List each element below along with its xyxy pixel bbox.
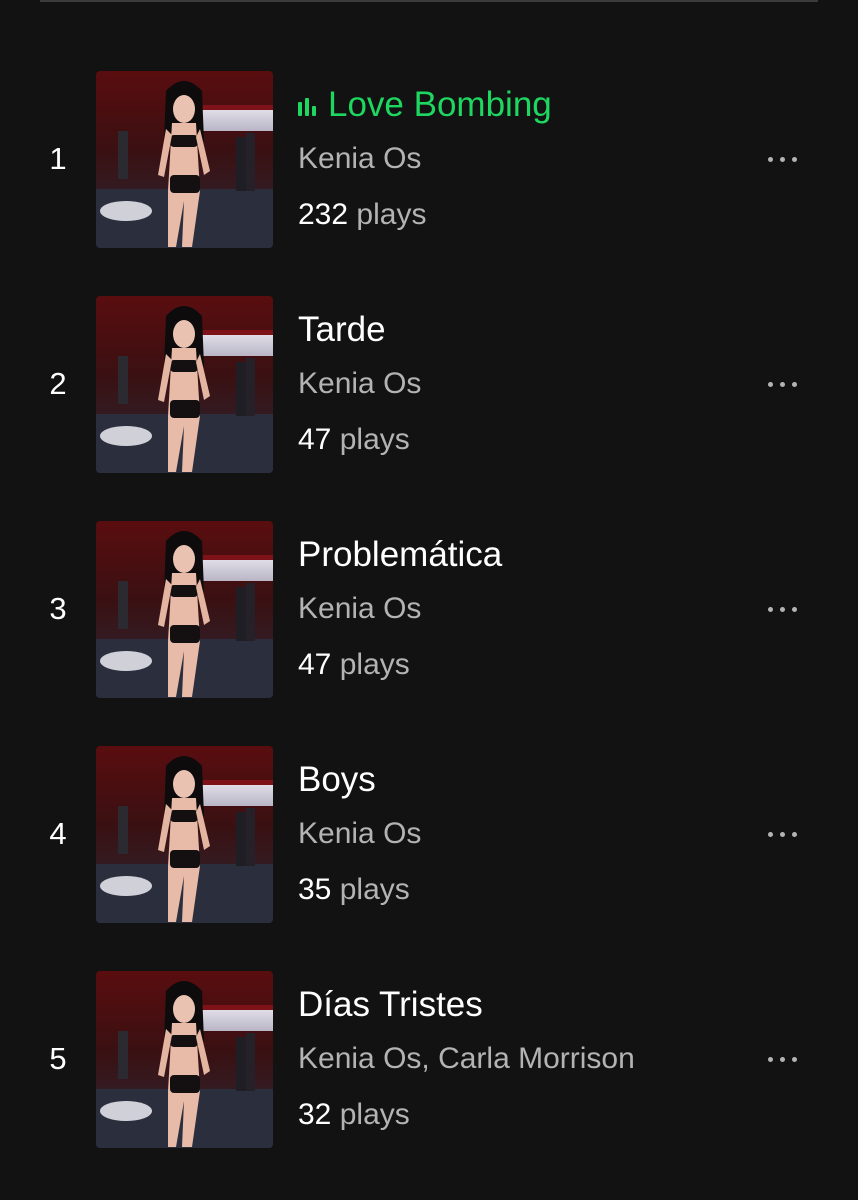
plays-label: plays xyxy=(339,1098,410,1131)
popular-tracks-list: 1 Love Bombing Kenia Os 232 plays 2 Tard… xyxy=(0,71,858,1196)
track-title-line: Love Bombing xyxy=(298,83,728,127)
track-plays: 32 plays xyxy=(298,1095,728,1135)
album-cover xyxy=(96,746,273,923)
track-title-line: Problemática xyxy=(298,533,728,577)
more-options-icon[interactable] xyxy=(752,1039,812,1079)
plays-count: 47 xyxy=(298,423,332,456)
track-index: 1 xyxy=(49,141,67,176)
track-plays: 47 plays xyxy=(298,645,728,685)
more-options-icon[interactable] xyxy=(752,139,812,179)
track-title-line: Días Tristes xyxy=(298,983,728,1027)
track-title: Problemática xyxy=(298,535,503,574)
track-artist: Kenia Os xyxy=(298,592,422,625)
album-cover-art xyxy=(96,746,273,923)
track-info: Días Tristes Kenia Os, Carla Morrison 32… xyxy=(298,983,728,1135)
track-artist: Kenia Os xyxy=(298,367,422,400)
more-options-icon[interactable] xyxy=(752,814,812,854)
track-title: Love Bombing xyxy=(328,85,552,124)
track-info: Boys Kenia Os 35 plays xyxy=(298,758,728,910)
track-title: Tarde xyxy=(298,310,386,349)
plays-count: 232 xyxy=(298,198,349,231)
plays-label: plays xyxy=(339,873,410,906)
track-title: Boys xyxy=(298,760,376,799)
track-row[interactable]: 4 Boys Kenia Os 35 plays xyxy=(0,746,858,971)
track-row[interactable]: 2 Tarde Kenia Os 47 plays xyxy=(0,296,858,521)
track-index: 2 xyxy=(49,366,67,401)
track-row[interactable]: 5 Días Tristes Kenia Os, Carla Morrison … xyxy=(0,971,858,1196)
track-row[interactable]: 1 Love Bombing Kenia Os 232 plays xyxy=(0,71,858,296)
equalizer-icon xyxy=(298,98,316,116)
track-title: Días Tristes xyxy=(298,985,483,1024)
track-info: Problemática Kenia Os 47 plays xyxy=(298,533,728,685)
album-cover xyxy=(96,71,273,248)
album-cover-art xyxy=(96,71,273,248)
track-info: Tarde Kenia Os 47 plays xyxy=(298,308,728,460)
track-plays: 47 plays xyxy=(298,420,728,460)
track-artist: Kenia Os xyxy=(298,817,422,850)
track-title-line: Tarde xyxy=(298,308,728,352)
more-options-icon[interactable] xyxy=(752,589,812,629)
track-artist: Kenia Os xyxy=(298,142,422,175)
track-index: 5 xyxy=(49,1041,67,1076)
track-row[interactable]: 3 Problemática Kenia Os 47 plays xyxy=(0,521,858,746)
plays-label: plays xyxy=(339,648,410,681)
album-cover xyxy=(96,971,273,1148)
track-plays: 35 plays xyxy=(298,870,728,910)
album-cover xyxy=(96,296,273,473)
top-divider xyxy=(40,0,818,2)
album-cover-art xyxy=(96,971,273,1148)
track-info: Love Bombing Kenia Os 232 plays xyxy=(298,83,728,235)
plays-label: plays xyxy=(339,423,410,456)
track-title-line: Boys xyxy=(298,758,728,802)
album-cover-art xyxy=(96,296,273,473)
track-index: 4 xyxy=(49,816,67,851)
plays-count: 47 xyxy=(298,648,332,681)
track-plays: 232 plays xyxy=(298,195,728,235)
album-cover xyxy=(96,521,273,698)
plays-count: 35 xyxy=(298,873,332,906)
plays-count: 32 xyxy=(298,1098,332,1131)
plays-label: plays xyxy=(356,198,427,231)
more-options-icon[interactable] xyxy=(752,364,812,404)
track-index: 3 xyxy=(49,591,67,626)
album-cover-art xyxy=(96,521,273,698)
track-artist: Kenia Os, Carla Morrison xyxy=(298,1042,635,1075)
